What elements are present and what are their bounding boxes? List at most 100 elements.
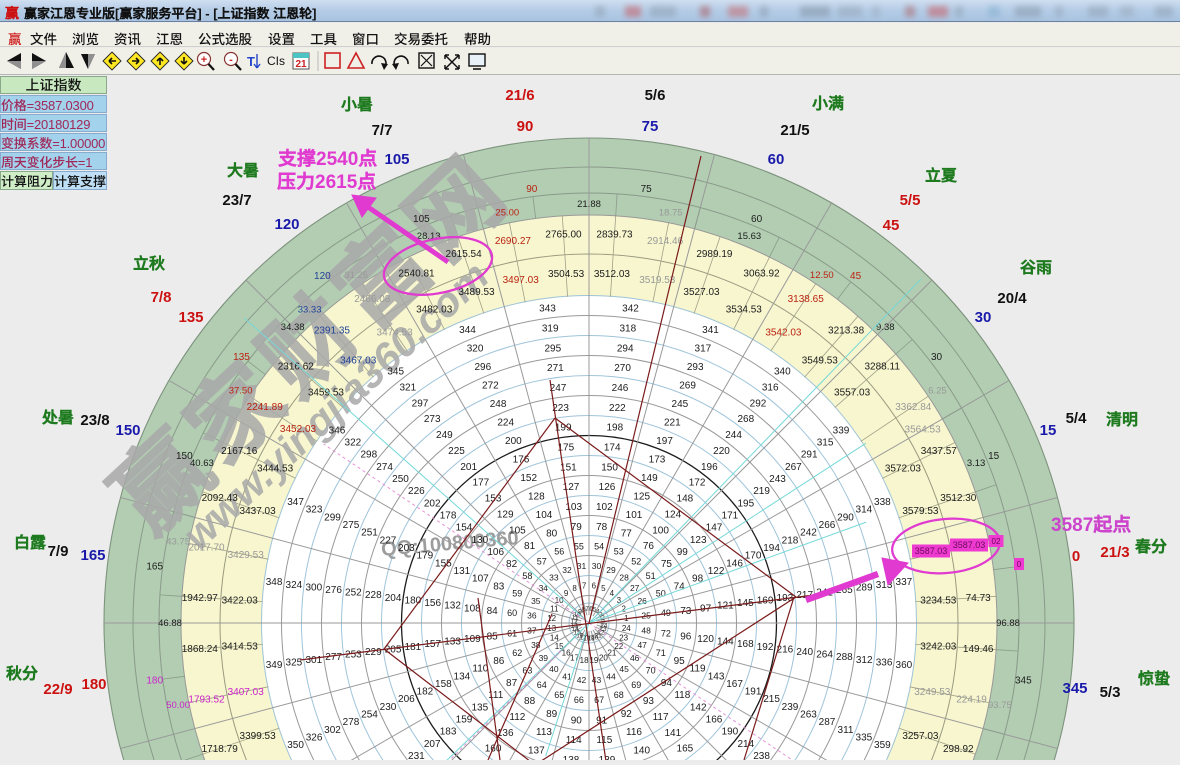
svg-text:315: 315	[817, 437, 834, 448]
svg-text:3.13: 3.13	[967, 458, 986, 469]
svg-text:压力2615点: 压力2615点	[277, 167, 376, 194]
svg-text:130: 130	[471, 535, 488, 546]
svg-text:220: 220	[713, 446, 730, 457]
svg-text:2765.00: 2765.00	[545, 229, 582, 240]
svg-text:33.33: 33.33	[298, 305, 322, 316]
svg-text:179: 179	[417, 551, 434, 562]
svg-text:3459.53: 3459.53	[308, 388, 345, 399]
svg-text:153: 153	[485, 494, 502, 505]
svg-text:319: 319	[542, 324, 559, 335]
svg-text:0: 0	[1072, 548, 1080, 565]
svg-text:152: 152	[520, 473, 537, 484]
svg-text:50.00: 50.00	[166, 700, 190, 711]
svg-text:150: 150	[601, 462, 618, 473]
svg-text:87: 87	[506, 678, 518, 689]
svg-text:174: 174	[604, 443, 621, 454]
svg-text:40: 40	[549, 664, 559, 674]
svg-text:148: 148	[677, 494, 694, 505]
svg-text:46: 46	[630, 653, 640, 663]
svg-text:96.88: 96.88	[996, 618, 1020, 629]
svg-text:244: 244	[725, 430, 742, 441]
svg-text:126: 126	[599, 482, 616, 493]
svg-text:158: 158	[435, 679, 452, 690]
svg-text:221: 221	[664, 418, 681, 429]
svg-text:3407.03: 3407.03	[228, 687, 265, 698]
svg-text:2466.08: 2466.08	[354, 294, 391, 305]
svg-text:64: 64	[537, 680, 547, 690]
svg-text:2: 2	[621, 605, 626, 614]
svg-text:196: 196	[701, 462, 718, 473]
svg-text:7/7: 7/7	[372, 122, 393, 139]
svg-text:312: 312	[856, 655, 873, 666]
svg-text:167: 167	[726, 679, 743, 690]
svg-text:135: 135	[233, 352, 250, 363]
svg-text:36: 36	[527, 611, 537, 621]
svg-text:205: 205	[385, 644, 402, 655]
svg-text:113: 113	[536, 727, 552, 738]
svg-text:338: 338	[874, 497, 891, 508]
svg-text:小暑: 小暑	[340, 91, 373, 115]
svg-text:239: 239	[782, 702, 799, 713]
svg-text:225: 225	[448, 446, 465, 457]
svg-text:72: 72	[661, 628, 671, 638]
svg-text:31.25: 31.25	[344, 270, 368, 281]
svg-text:2316.62: 2316.62	[278, 361, 315, 372]
svg-text:3288.11: 3288.11	[864, 361, 900, 372]
svg-text:105: 105	[509, 525, 526, 536]
svg-text:149.46: 149.46	[963, 644, 994, 655]
svg-text:18: 18	[580, 656, 589, 665]
svg-text:47: 47	[637, 640, 647, 650]
svg-text:11: 11	[550, 605, 559, 614]
svg-text:5/5: 5/5	[900, 192, 921, 209]
svg-text:1868.24: 1868.24	[182, 644, 219, 655]
svg-text:39: 39	[539, 653, 549, 663]
svg-text:20/4: 20/4	[997, 290, 1027, 307]
svg-text:21: 21	[295, 59, 307, 70]
svg-text:0: 0	[1017, 560, 1022, 569]
svg-text:75: 75	[641, 184, 653, 195]
svg-text:30: 30	[975, 309, 992, 326]
svg-text:5/3: 5/3	[1100, 684, 1121, 701]
svg-text:192: 192	[757, 642, 774, 653]
svg-text:299: 299	[324, 512, 341, 523]
svg-text:秋分: 秋分	[5, 660, 38, 684]
svg-text:53: 53	[614, 547, 624, 557]
svg-text:80: 80	[546, 528, 558, 539]
svg-text:95: 95	[674, 656, 686, 667]
svg-text:349: 349	[266, 660, 283, 671]
svg-text:28: 28	[619, 572, 629, 582]
svg-text:24: 24	[622, 624, 631, 633]
svg-text:293: 293	[687, 362, 704, 373]
svg-text:96: 96	[680, 631, 692, 642]
svg-text:325: 325	[286, 657, 303, 668]
svg-text:75: 75	[642, 118, 659, 135]
svg-text:1718.79: 1718.79	[202, 744, 239, 755]
svg-text:3138.65: 3138.65	[788, 294, 825, 305]
svg-text:226: 226	[408, 486, 425, 497]
svg-text:48: 48	[641, 626, 651, 636]
svg-text:165: 165	[80, 547, 105, 564]
svg-text:32: 32	[562, 565, 572, 575]
svg-text:227: 227	[380, 535, 397, 546]
svg-text:291: 291	[801, 450, 818, 461]
svg-text:45: 45	[850, 271, 862, 282]
svg-text:3249.53: 3249.53	[914, 687, 951, 698]
svg-text:123: 123	[690, 535, 707, 546]
svg-text:3234.53: 3234.53	[920, 596, 957, 607]
svg-text:271: 271	[547, 363, 564, 374]
svg-text:29: 29	[606, 565, 616, 575]
svg-text:3444.53: 3444.53	[257, 464, 294, 475]
svg-text:77: 77	[621, 528, 633, 539]
svg-text:21/3: 21/3	[1100, 544, 1129, 561]
svg-text:2241.89: 2241.89	[247, 402, 284, 413]
svg-text:2540.81: 2540.81	[398, 269, 435, 280]
svg-text:7/8: 7/8	[151, 289, 172, 306]
svg-text:90: 90	[517, 118, 534, 135]
svg-text:336: 336	[876, 657, 893, 668]
svg-text:157: 157	[424, 639, 441, 650]
svg-text:3549.53: 3549.53	[802, 355, 839, 366]
svg-text:177: 177	[473, 478, 490, 489]
svg-text:3579.53: 3579.53	[902, 506, 939, 517]
svg-text:7: 7	[582, 582, 587, 591]
svg-text:3564.53: 3564.53	[905, 424, 942, 435]
